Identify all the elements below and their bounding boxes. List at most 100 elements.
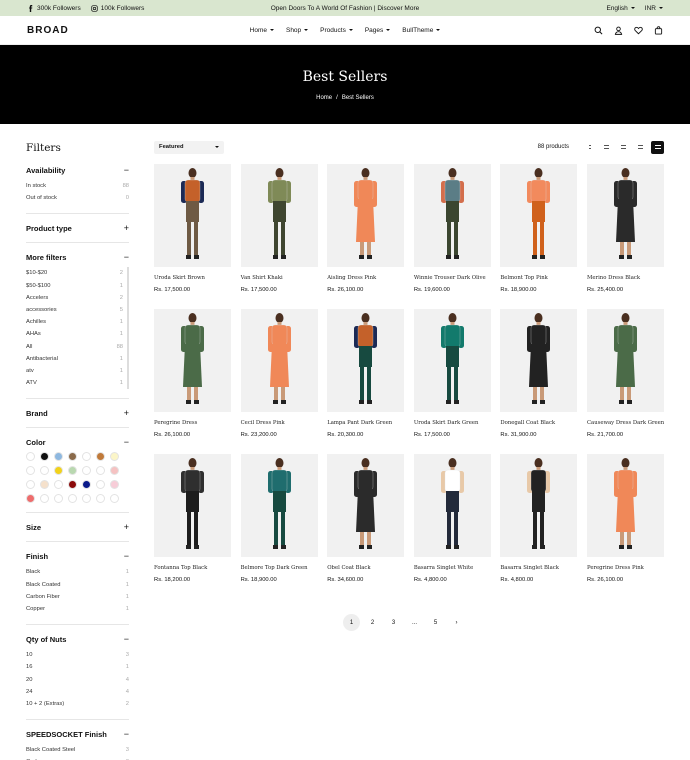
breadcrumb-home[interactable]: Home [316,95,332,101]
product-image[interactable] [240,309,318,412]
color-swatch[interactable] [110,480,119,490]
filter-option[interactable]: ATV 1 [26,377,123,389]
color-swatch[interactable] [54,494,63,504]
language-selector[interactable]: English [606,5,635,12]
product-name[interactable]: Peregrine Dress Pink [587,565,664,571]
product-card[interactable]: Causeway Dress Dark Green Rs. 21,700.00 [587,309,664,454]
product-name[interactable]: Obel Coat Black [327,565,404,571]
nav-products[interactable]: Products [320,27,353,34]
product-card[interactable]: Merino Dress Black Rs. 25,400.00 [587,164,664,309]
filter-option[interactable]: In stock 88 [26,180,129,192]
color-swatch[interactable] [82,452,91,462]
filter-color-toggle[interactable]: Color − [26,437,129,447]
page-button[interactable]: 1 [343,614,361,631]
product-name[interactable]: Uroda Skirt Brown [154,275,231,281]
color-swatch[interactable] [82,494,91,504]
filter-brand-toggle[interactable]: Brand + [26,408,129,418]
product-card[interactable]: Fontanna Top Black Rs. 18,200.00 [154,454,232,599]
filter-availability-toggle[interactable]: Availability − [26,165,129,175]
facebook-link[interactable]: 300k Followers [27,4,81,12]
filter-option[interactable]: 24 4 [26,686,129,698]
filter-more-toggle[interactable]: More filters − [26,252,129,262]
product-image[interactable] [500,164,578,267]
product-image[interactable] [327,454,405,557]
product-card[interactable]: Basarra Singlet Black Rs. 4,800.00 [500,454,578,599]
product-name[interactable]: Peregrine Dress [154,420,231,426]
product-image[interactable] [154,454,232,557]
view-1-column-button[interactable] [583,141,596,154]
view-2-column-button[interactable] [600,141,613,154]
logo[interactable]: BROAD [27,25,147,36]
product-card[interactable]: Lampa Pant Dark Green Rs. 20,300.00 [327,309,405,454]
color-swatch[interactable] [96,494,105,504]
product-name[interactable]: Aisling Dress Pink [327,275,404,281]
color-swatch[interactable] [40,452,49,462]
product-image[interactable] [413,309,491,412]
product-card[interactable]: Belmont Top Pink Rs. 18,900.00 [500,164,578,309]
filter-option[interactable]: accessories 5 [26,304,123,316]
color-swatch[interactable] [54,466,63,476]
product-card[interactable]: Donegall Coat Black Rs. 31,900.00 [500,309,578,454]
filter-option[interactable]: Accelers 2 [26,292,123,304]
product-image[interactable] [413,164,491,267]
color-swatch[interactable] [96,480,105,490]
color-swatch[interactable] [110,452,119,462]
filter-option[interactable]: 20 4 [26,674,129,686]
sort-select[interactable]: Featured [154,140,225,154]
page-button[interactable]: 2 [364,614,381,631]
color-swatch[interactable] [40,466,49,476]
color-swatch[interactable] [68,494,77,504]
color-swatch[interactable] [40,494,49,504]
color-swatch[interactable] [68,480,77,490]
nav-pages[interactable]: Pages [365,27,391,34]
currency-selector[interactable]: INR [645,5,663,12]
product-name[interactable]: Basarra Singlet Black [500,565,577,571]
color-swatch[interactable] [82,466,91,476]
product-image[interactable] [587,309,664,412]
color-swatch[interactable] [40,480,49,490]
product-name[interactable]: Van Shirt Khaki [241,275,318,281]
color-swatch[interactable] [68,466,77,476]
filter-option[interactable]: AHAs 1 [26,328,123,340]
filter-option[interactable]: Antibacterial 1 [26,353,123,365]
product-name[interactable]: Uroda Skirt Dark Green [414,420,491,426]
color-swatch[interactable] [68,452,77,462]
product-image[interactable] [587,164,664,267]
product-card[interactable]: Peregrine Dress Pink Rs. 26,100.00 [587,454,664,599]
product-name[interactable]: Belmore Top Dark Green [241,565,318,571]
filter-option[interactable]: $10-$20 2 [26,267,123,279]
color-swatch[interactable] [26,480,35,490]
product-image[interactable] [154,164,232,267]
product-card[interactable]: Uroda Skirt Dark Green Rs. 17,500.00 [413,309,491,454]
filter-option[interactable]: 10 + 2 (Extras) 2 [26,698,129,710]
instagram-link[interactable]: 100k Followers [91,5,144,12]
page-button[interactable]: 5 [427,614,444,631]
page-button[interactable]: 3 [385,614,402,631]
announcement-text[interactable]: Open Doors To A World Of Fashion | Disco… [271,5,419,12]
product-image[interactable] [587,454,664,557]
filter-option[interactable]: Black Coated Steel 3 [26,744,129,756]
color-swatch[interactable] [96,466,105,476]
product-image[interactable] [327,164,405,267]
search-icon[interactable] [594,26,603,35]
filter-option[interactable]: Carbon Fiber 1 [26,591,129,603]
product-name[interactable]: Cecil Dress Pink [241,420,318,426]
product-image[interactable] [413,454,491,557]
filter-product-type-toggle[interactable]: Product type + [26,223,129,233]
view-3-column-button[interactable] [617,141,630,154]
color-swatch[interactable] [110,494,119,504]
filter-option[interactable]: Achilles 1 [26,316,123,328]
filter-option[interactable]: Out of stock 0 [26,192,129,204]
product-name[interactable]: Causeway Dress Dark Green [587,420,664,426]
product-card[interactable]: Obel Coat Black Rs. 34,600.00 [327,454,405,599]
product-card[interactable]: Van Shirt Khaki Rs. 17,500.00 [240,164,318,309]
product-image[interactable] [240,164,318,267]
color-swatch[interactable] [96,452,105,462]
product-image[interactable] [154,309,232,412]
view-4-column-button[interactable] [634,141,647,154]
filter-option[interactable]: Copper 1 [26,603,129,615]
filter-option[interactable]: 10 3 [26,649,129,661]
product-card[interactable]: Basarra Singlet White Rs. 4,800.00 [413,454,491,599]
product-image[interactable] [327,309,405,412]
product-card[interactable]: Cecil Dress Pink Rs. 23,200.00 [240,309,318,454]
